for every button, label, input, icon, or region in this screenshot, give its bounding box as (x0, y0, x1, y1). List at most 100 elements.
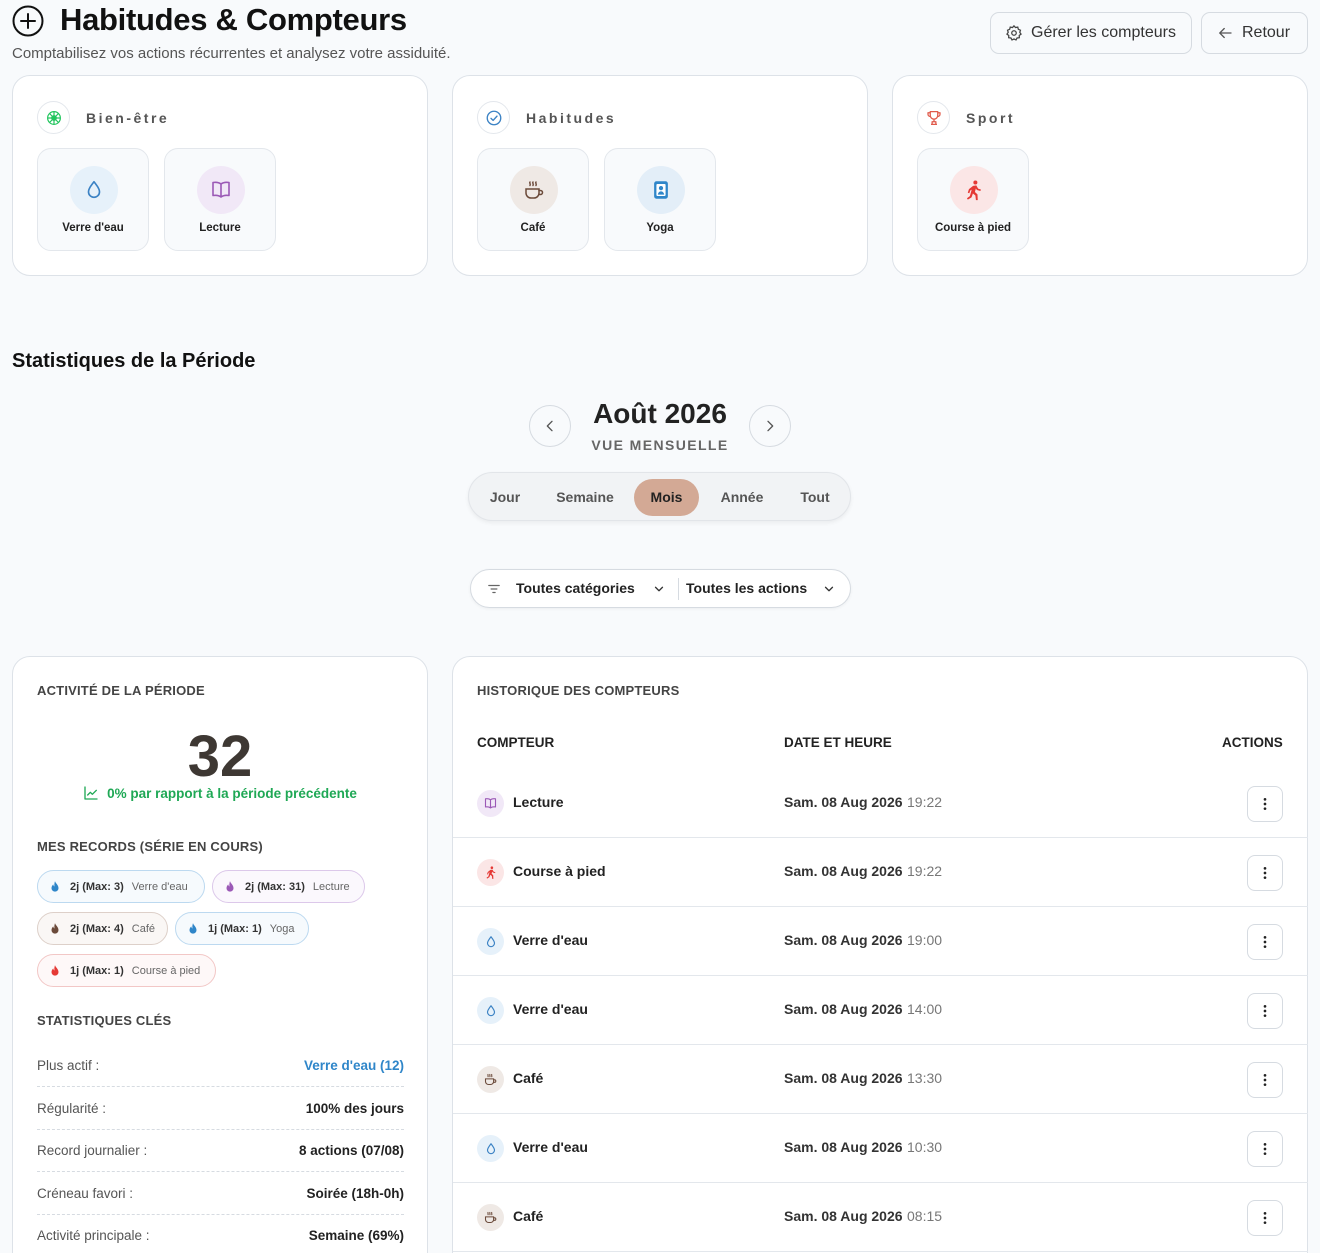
row-actions-button[interactable] (1247, 855, 1283, 891)
row-time: 19:22 (907, 863, 943, 879)
counter-tile-course-a-pied[interactable]: Course à pied (917, 148, 1029, 251)
row-date: Sam. 08 Aug 2026 (784, 1070, 903, 1086)
water-drop-icon (477, 928, 504, 955)
back-label: Retour (1242, 24, 1291, 41)
row-time: 19:22 (907, 794, 943, 810)
flame-icon (51, 880, 59, 892)
row-actions-button[interactable] (1247, 1062, 1283, 1098)
water-drop-icon (70, 166, 118, 214)
counter-label: Verre d'eau (62, 222, 124, 234)
counter-label: Course à pied (934, 222, 1012, 234)
segment-semaine[interactable]: Semaine (539, 479, 631, 516)
book-icon (197, 166, 245, 214)
counter-tile-cafe[interactable]: Café (477, 148, 589, 251)
chevron-left-icon (546, 420, 553, 432)
segment-jour[interactable]: Jour (477, 479, 533, 516)
counter-tile-yoga[interactable]: Yoga (604, 148, 716, 251)
record-value: 1j (Max: 1) (70, 964, 124, 977)
key-stat-label: Créneau favori : (37, 1185, 134, 1201)
row-counter-name: Verre d'eau (513, 932, 588, 948)
record-badge: 1j (Max: 1) Course à pied (37, 954, 216, 987)
more-vertical-icon (1263, 867, 1267, 879)
record-value: 2j (Max: 4) (70, 922, 124, 935)
action-filter-value: Toutes les actions (686, 580, 808, 596)
table-row: Verre d'eau Sam. 08 Aug 2026 19:00 (453, 907, 1308, 976)
filter-icon (488, 584, 500, 594)
action-filter-select[interactable]: Toutes les actions (686, 570, 846, 607)
column-header-datetime: DATE ET HEURE (784, 735, 892, 750)
coffee-icon (510, 166, 558, 214)
history-card: HISTORIQUE DES COMPTEURS COMPTEUR DATE E… (452, 656, 1308, 1253)
record-badge: 2j (Max: 31) Lecture (212, 870, 365, 903)
row-counter-name: Lecture (513, 794, 564, 810)
row-date: Sam. 08 Aug 2026 (784, 794, 903, 810)
activity-trend: 0% par rapport à la période précédente (13, 785, 427, 801)
back-button[interactable]: Retour (1201, 12, 1308, 54)
flame-icon (51, 922, 59, 934)
counter-tile-verre-d-eau[interactable]: Verre d'eau (37, 148, 149, 251)
next-period-button[interactable] (749, 405, 791, 447)
activity-heading: ACTIVITÉ DE LA PÉRIODE (37, 683, 205, 698)
record-name: Yoga (269, 922, 295, 935)
row-date: Sam. 08 Aug 2026 (784, 1208, 903, 1224)
key-stat-value: Verre d'eau (12) (303, 1057, 404, 1073)
key-stat-value: 100% des jours (305, 1100, 404, 1116)
category-name: Habitudes (526, 109, 617, 126)
chevron-down-icon (824, 586, 834, 592)
key-stat-value: Soirée (18h-0h) (306, 1185, 404, 1201)
more-vertical-icon (1263, 1212, 1267, 1224)
counter-label: Café (520, 222, 546, 234)
counter-tile-lecture[interactable]: Lecture (164, 148, 276, 251)
add-circle-icon[interactable] (12, 5, 44, 37)
row-actions-button[interactable] (1247, 786, 1283, 822)
water-drop-icon (477, 997, 504, 1024)
record-name: Café (131, 922, 156, 935)
key-stat-label: Régularité : (37, 1100, 107, 1116)
category-filter-value: Toutes catégories (516, 580, 635, 596)
category-card-bien-etre: Bien-être Verre d'eau Lecture (12, 75, 428, 276)
arrow-left-icon (1218, 27, 1232, 39)
manage-counters-label: Gérer les compteurs (1031, 24, 1176, 41)
table-row: Verre d'eau Sam. 08 Aug 2026 10:30 (453, 1114, 1308, 1183)
manage-counters-button[interactable]: Gérer les compteurs (990, 12, 1192, 54)
table-row: Café Sam. 08 Aug 2026 13:30 (453, 1045, 1308, 1114)
key-stat-value: 8 actions (07/08) (298, 1142, 404, 1158)
gear-icon (1006, 24, 1022, 41)
more-vertical-icon (1263, 936, 1267, 948)
row-actions-button[interactable] (1247, 924, 1283, 960)
record-badge: 2j (Max: 4) Café (37, 912, 168, 945)
activity-total: 32 (187, 724, 253, 789)
column-header-counter: COMPTEUR (477, 735, 555, 750)
category-card-sport: Sport Course à pied (892, 75, 1308, 276)
trend-chart-icon (84, 786, 98, 800)
counter-label: Lecture (199, 222, 241, 234)
row-counter-name: Course à pied (513, 863, 606, 879)
key-stat-row: Activité principale : Semaine (69%) (37, 1214, 404, 1253)
section-title-stats: Statistiques de la Période (12, 350, 256, 372)
segment-annee[interactable]: Année (709, 479, 775, 516)
counter-label: Yoga (646, 222, 674, 234)
runner-icon (477, 859, 504, 886)
page-subtitle: Comptabilisez vos actions récurrentes et… (12, 45, 451, 62)
row-actions-button[interactable] (1247, 993, 1283, 1029)
record-name: Lecture (312, 880, 350, 893)
key-stat-row: Créneau favori : Soirée (18h-0h) (37, 1172, 404, 1215)
category-filter-select[interactable]: Toutes catégories (516, 570, 686, 607)
record-badge: 1j (Max: 1) Yoga (175, 912, 309, 945)
row-actions-button[interactable] (1247, 1200, 1283, 1236)
page-title: Habitudes & Compteurs (60, 2, 407, 37)
key-stat-row: Plus actif : Verre d'eau (12) (37, 1044, 404, 1087)
segment-mois[interactable]: Mois (634, 479, 699, 516)
check-circle-icon (477, 101, 510, 134)
flame-icon (226, 880, 234, 892)
segment-tout[interactable]: Tout (785, 479, 845, 516)
filter-divider (678, 578, 679, 600)
category-card-habitudes: Habitudes Café Yoga (452, 75, 868, 276)
key-stat-row: Record journalier : 8 actions (07/08) (37, 1129, 404, 1172)
row-actions-button[interactable] (1247, 1131, 1283, 1167)
period-segmented-control: Jour Semaine Mois Année Tout (468, 472, 851, 521)
filters-bar: Toutes catégories Toutes les actions (470, 569, 851, 608)
key-stats-heading: STATISTIQUES CLÉS (37, 1013, 172, 1028)
record-name: Course à pied (131, 964, 201, 977)
row-time: 10:30 (907, 1139, 943, 1155)
